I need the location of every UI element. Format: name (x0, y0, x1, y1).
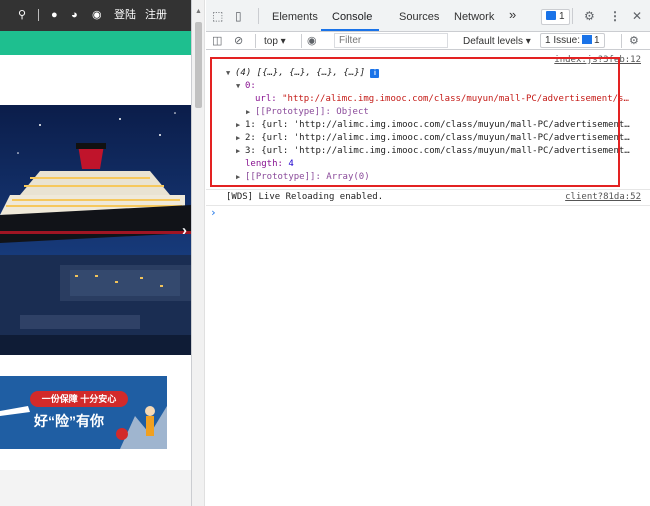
login-link[interactable]: 登陆 (114, 9, 136, 22)
inspect-element-icon[interactable]: ⬚ (212, 9, 223, 23)
tab-divider (572, 8, 573, 24)
search-icon[interactable]: ⚲ (18, 8, 26, 22)
console-toolbar: ◫ ⊘ top ▾ ◉ Default levels ▾ 1 Issue: 1 ⚙ (206, 32, 650, 50)
context-selector[interactable]: top ▾ (264, 36, 286, 47)
page-scrollbar[interactable]: ▲ (192, 0, 205, 506)
issues-button[interactable]: 1 Issue: 1 (540, 33, 605, 48)
gear-icon[interactable]: ⚙ (584, 9, 595, 23)
active-tab-indicator (321, 29, 379, 31)
messages-count: 1 (559, 11, 565, 22)
cruise-ship-image (0, 105, 191, 355)
log-levels-label: Default levels (463, 36, 524, 47)
insurance-ad-banner[interactable]: 一份保障 十分安心 好“险”有你 (0, 376, 167, 449)
log-levels-dropdown[interactable]: Default levels ▾ (463, 36, 531, 47)
topbar-divider (38, 9, 39, 21)
weibo-icon[interactable]: ◕ (71, 8, 78, 22)
carousel-next-arrow[interactable]: › (182, 223, 187, 239)
issues-label: 1 Issue: (545, 35, 581, 46)
context-label: top (264, 36, 278, 47)
console-output: index.js?3feb:12 ▼ (4) [{…}, {…}, {…}, {…… (206, 51, 650, 506)
ad-pill: 一份保障 十分安心 (30, 391, 128, 407)
tab-divider (258, 8, 259, 24)
scroll-up-arrow[interactable]: ▲ (195, 8, 202, 15)
console-entry-wds: [WDS] Live Reloading enabled. (226, 192, 384, 202)
console-prompt[interactable]: › (210, 207, 217, 218)
scrollbar-thumb[interactable] (195, 22, 202, 108)
screen: ⚲ ● ◕ ◉ 登陆 注册 › 一份保障 十分安心 好“险”有你 ▲ ⬚ ▯ E… (0, 0, 650, 506)
more-tabs-button[interactable]: » (509, 8, 516, 21)
devtools-main: ⬚ ▯ Elements Console Sources Network » 1… (206, 0, 650, 506)
site-header-area (0, 55, 191, 105)
tab-sources[interactable]: Sources (399, 11, 439, 24)
website-pane: ⚲ ● ◕ ◉ 登陆 注册 › 一份保障 十分安心 好“险”有你 (0, 0, 191, 506)
device-toolbar-icon[interactable]: ▯ (235, 9, 242, 23)
red-highlight-box (210, 57, 620, 187)
wechat-icon[interactable]: ◉ (92, 8, 102, 22)
tab-network[interactable]: Network (454, 11, 494, 24)
messages-badge[interactable]: 1 (541, 9, 570, 25)
filter-input[interactable] (334, 33, 448, 48)
source-link[interactable]: client?81da:52 (565, 192, 641, 203)
toolbar-divider (301, 34, 302, 48)
tab-elements[interactable]: Elements (272, 11, 318, 24)
devtools-tabbar: ⬚ ▯ Elements Console Sources Network » 1… (206, 0, 650, 32)
qq-icon[interactable]: ● (51, 8, 58, 22)
kebab-menu-icon[interactable]: ⋮ (609, 9, 621, 23)
devtools-panel: ▲ ⬚ ▯ Elements Console Sources Network »… (191, 0, 650, 506)
site-nav-bar (0, 31, 191, 55)
toolbar-divider (255, 34, 256, 48)
entry-divider (206, 189, 650, 190)
clear-console-icon[interactable]: ⊘ (234, 35, 243, 47)
console-settings-gear-icon[interactable]: ⚙ (629, 35, 639, 47)
site-topbar: ⚲ ● ◕ ◉ 登陆 注册 (0, 0, 191, 31)
sidebar-toggle-icon[interactable]: ◫ (212, 35, 222, 47)
issues-count: 1 (594, 35, 600, 46)
register-link[interactable]: 注册 (145, 9, 167, 22)
tab-console[interactable]: Console (332, 11, 372, 24)
entry-divider (206, 205, 650, 206)
eye-icon[interactable]: ◉ (307, 35, 317, 47)
message-icon (546, 11, 556, 20)
toolbar-divider (621, 34, 622, 48)
banner-carousel[interactable]: › (0, 105, 191, 355)
message-icon (582, 35, 593, 44)
ad-slogan: 好“险”有你 (34, 413, 104, 429)
close-icon[interactable]: ✕ (632, 9, 642, 23)
